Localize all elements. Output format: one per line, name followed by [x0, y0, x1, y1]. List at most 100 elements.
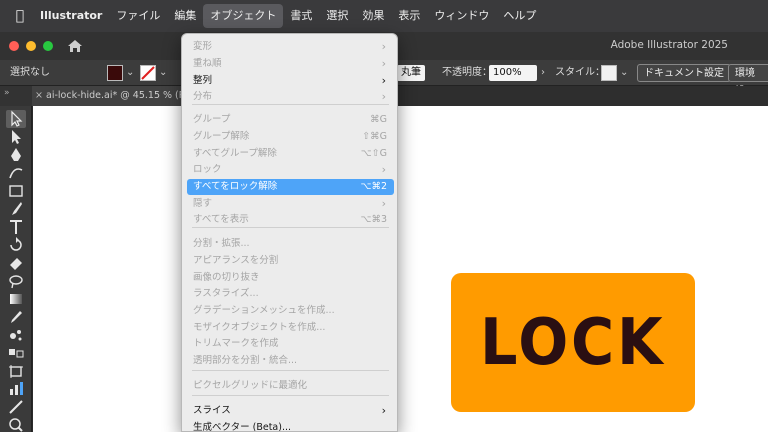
blend-tool-icon[interactable] [6, 344, 26, 362]
close-tab-icon[interactable]: × [32, 86, 46, 106]
slice-tool-icon[interactable] [6, 398, 26, 416]
fill-dropdown-chevron-icon[interactable]: ⌄ [126, 60, 134, 86]
menu-item-create-object-mosaic[interactable]: モザイクオブジェクトを作成... [187, 320, 394, 336]
minimize-window-button[interactable] [26, 41, 36, 51]
menu-help[interactable]: ヘルプ [496, 4, 543, 28]
rotate-tool-icon[interactable] [6, 236, 26, 254]
menu-item-label: グループ解除 [193, 131, 250, 142]
menu-type[interactable]: 書式 [283, 4, 319, 28]
menu-item-group[interactable]: グループ ⌘G [187, 112, 394, 128]
fill-color-swatch[interactable] [107, 65, 123, 81]
menu-item-ungroup-all[interactable]: すべてグループ解除 ⌥⇧G [187, 146, 394, 162]
opacity-chevron-icon[interactable]: › [541, 60, 545, 86]
document-tab[interactable]: ×ai-lock-hide.ai* @ 45.15 % (RGB/ [32, 86, 184, 106]
menu-window[interactable]: ウィンドウ [427, 4, 496, 28]
menu-item-hide[interactable]: 隠す › [187, 196, 394, 212]
menu-item-make-pixel-perfect[interactable]: ピクセルグリッドに最適化 [187, 378, 394, 394]
menu-item-label: ピクセルグリッドに最適化 [193, 380, 308, 391]
graph-tool-icon[interactable] [6, 380, 26, 398]
menu-view[interactable]: 表示 [391, 4, 427, 28]
menu-item-generative-vector[interactable]: 生成ベクター (Beta)... [187, 420, 394, 431]
zoom-window-button[interactable] [43, 41, 53, 51]
selection-tool-icon[interactable] [6, 110, 26, 128]
menu-item-lock[interactable]: ロック › [187, 162, 394, 178]
stroke-color-swatch[interactable] [140, 65, 156, 81]
gradient-tool-icon[interactable] [6, 290, 26, 308]
menu-item-arrange[interactable]: 重ね順 › [187, 56, 394, 72]
object-menu-dropdown: 変形 › 重ね順 › 整列 › 分布 › グループ ⌘G グループ解除 ⇧⌘G すべてグループ解除 ⌥⇧G… [181, 33, 398, 432]
curvature-tool-icon[interactable] [6, 164, 26, 182]
document-tab-title: ai-lock-hide.ai* @ 45.15 % (RGB/ [46, 90, 184, 101]
document-setup-button[interactable]: ドキュメント設定 [637, 64, 731, 82]
menu-item-flatten-transparency[interactable]: 透明部分を分割・統合... [187, 353, 394, 369]
menu-item-label: 透明部分を分割・統合... [193, 355, 298, 366]
chevron-right-icon: › [381, 74, 386, 87]
brush-style-dropdown[interactable]: 丸筆 [397, 65, 425, 81]
menu-item-create-trim-marks[interactable]: トリムマークを作成 [187, 336, 394, 352]
home-icon[interactable] [67, 39, 83, 53]
menu-item-label: 隠す [193, 198, 213, 209]
menu-item-label: 重ね順 [193, 58, 222, 69]
symbol-sprayer-icon[interactable] [6, 326, 26, 344]
menu-item-transform[interactable]: 変形 › [187, 39, 394, 55]
menu-item-create-gradient-mesh[interactable]: グラデーションメッシュを作成... [187, 303, 394, 319]
menu-item-label: アピアランスを分割 [193, 255, 279, 266]
menu-file[interactable]: ファイル [109, 4, 167, 28]
menu-effect[interactable]: 効果 [355, 4, 391, 28]
opacity-input[interactable]: 100% [489, 65, 537, 81]
menu-item-label: すべてをロック解除 [193, 181, 278, 192]
no-stroke-icon [141, 66, 155, 80]
menu-item-label: スライス [193, 405, 231, 416]
menu-item-shortcut: ⌥⇧G [360, 148, 387, 159]
menu-select[interactable]: 選択 [319, 4, 355, 28]
menu-item-ungroup[interactable]: グループ解除 ⇧⌘G [187, 129, 394, 145]
menu-item-label: すべてグループ解除 [193, 148, 277, 159]
graphic-style-swatch[interactable] [601, 65, 617, 81]
menu-separator [192, 395, 389, 396]
menu-item-expand[interactable]: 分割・拡張... [187, 236, 394, 252]
menu-item-show-all[interactable]: すべてを表示 ⌥⌘3 [187, 212, 394, 228]
rectangle-tool-icon[interactable] [6, 182, 26, 200]
menu-item-expand-appearance[interactable]: アピアランスを分割 [187, 253, 394, 269]
type-tool-icon[interactable] [6, 218, 26, 236]
direct-selection-tool-icon[interactable] [6, 128, 26, 146]
close-window-button[interactable] [9, 41, 19, 51]
paintbrush-tool-icon[interactable] [6, 200, 26, 218]
menu-item-slice[interactable]: スライス › [187, 403, 394, 419]
artboard-tool-icon[interactable] [6, 362, 26, 380]
menu-item-rasterize[interactable]: ラスタライズ... [187, 286, 394, 302]
panel-collapse-icon[interactable]: » [0, 86, 32, 106]
chevron-right-icon: › [381, 163, 386, 176]
eyedropper-tool-icon[interactable] [6, 308, 26, 326]
lasso-tool-icon[interactable] [6, 272, 26, 290]
chevron-right-icon: › [381, 40, 386, 53]
chevron-right-icon: › [381, 404, 386, 417]
artboard-canvas[interactable]: LOCK [33, 106, 768, 432]
chevron-right-icon: › [381, 57, 386, 70]
opacity-label: 不透明度： [442, 67, 492, 78]
chevron-right-icon: › [381, 197, 386, 210]
eraser-tool-icon[interactable] [6, 254, 26, 272]
style-label: スタイル： [555, 67, 605, 78]
menu-item-crop-image[interactable]: 画像の切り抜き [187, 270, 394, 286]
style-chevron-icon[interactable]: ⌄ [620, 60, 628, 86]
window-title: Adobe Illustrator 2025 [610, 39, 728, 51]
menu-item-label: 分割・拡張... [193, 238, 250, 249]
preferences-button[interactable]: 環境設 [728, 64, 768, 97]
menu-item-label: ラスタライズ... [193, 288, 259, 299]
menu-item-distribute[interactable]: 分布 › [187, 89, 394, 105]
chevron-right-icon: › [381, 90, 386, 103]
lock-graphic[interactable]: LOCK [451, 273, 695, 412]
menu-bar:  Illustrator ファイル 編集 オブジェクト 書式 選択 効果 表示… [0, 0, 768, 32]
pen-tool-icon[interactable] [6, 146, 26, 164]
menu-item-label: ロック [193, 164, 222, 175]
menu-item-align[interactable]: 整列 › [187, 73, 394, 89]
menu-app-name[interactable]: Illustrator [40, 4, 109, 28]
stroke-dropdown-chevron-icon[interactable]: ⌄ [159, 60, 167, 86]
menu-item-shortcut: ⌥⌘3 [360, 214, 388, 225]
apple-logo-icon[interactable]:  [0, 8, 40, 24]
menu-item-unlock-all[interactable]: すべてをロック解除 ⌥⌘2 [187, 179, 394, 195]
menu-edit[interactable]: 編集 [167, 4, 203, 28]
zoom-tool-icon[interactable] [6, 416, 26, 432]
menu-object[interactable]: オブジェクト [203, 4, 284, 28]
